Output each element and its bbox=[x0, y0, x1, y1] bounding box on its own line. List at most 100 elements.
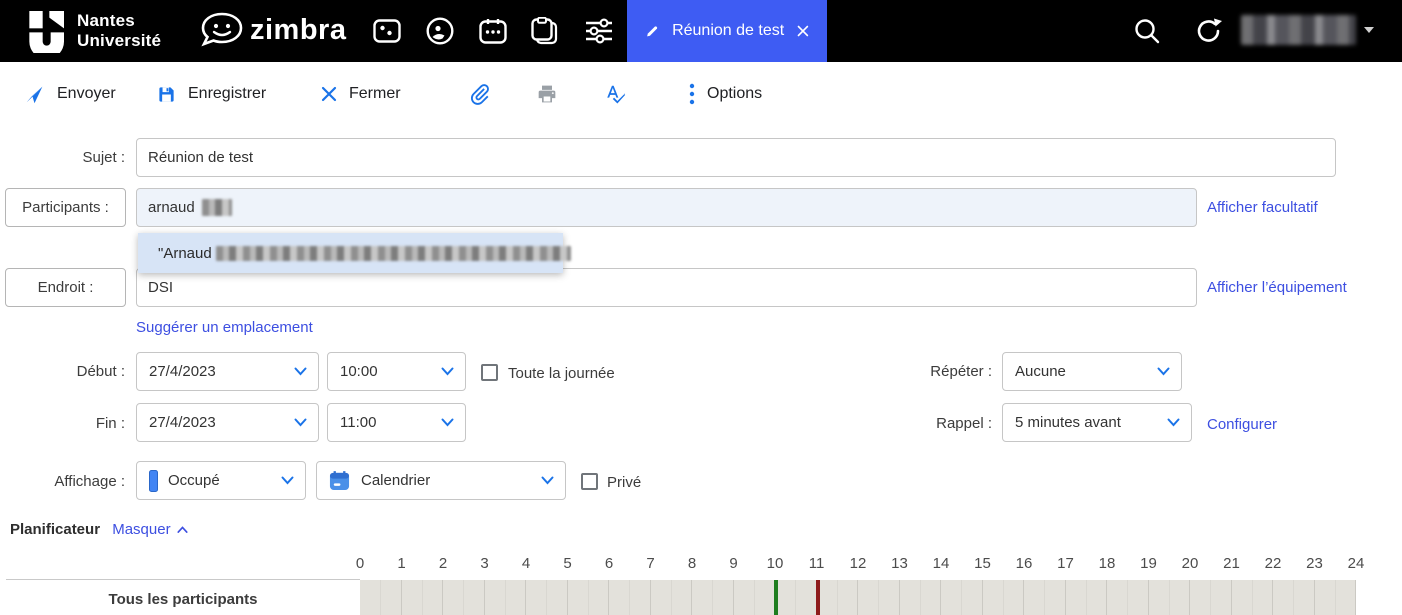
grid-hour-cell bbox=[1232, 580, 1274, 615]
grid-hour-cell bbox=[443, 580, 485, 615]
start-time-select[interactable]: 10:00 bbox=[327, 352, 466, 391]
tab-label: Réunion de test bbox=[672, 22, 784, 40]
refresh-icon[interactable] bbox=[1195, 17, 1223, 45]
suggestion-text: "Arnaud bbox=[158, 245, 571, 262]
user-menu[interactable] bbox=[1241, 15, 1374, 45]
save-label: Enregistrer bbox=[188, 85, 266, 103]
subject-label: Sujet : bbox=[0, 149, 125, 166]
paperclip-icon bbox=[469, 83, 491, 105]
chevron-down-icon bbox=[1157, 367, 1170, 376]
private-checkbox[interactable] bbox=[581, 473, 598, 490]
show-equipment-link[interactable]: Afficher l’équipement bbox=[1207, 279, 1347, 296]
hour-label: 11 bbox=[809, 555, 825, 572]
start-date-select[interactable]: 27/4/2023 bbox=[136, 352, 319, 391]
send-button[interactable]: Envoyer bbox=[24, 62, 116, 126]
hour-label: 10 bbox=[767, 555, 784, 572]
show-optional-link[interactable]: Afficher facultatif bbox=[1207, 199, 1318, 216]
calendar-icon[interactable] bbox=[477, 15, 509, 47]
contacts-icon[interactable] bbox=[424, 15, 456, 47]
close-label: Fermer bbox=[349, 85, 401, 103]
compose-toolbar: Envoyer Enregistrer Fermer bbox=[0, 62, 1402, 126]
hour-label: 19 bbox=[1140, 555, 1157, 572]
zimbra-smiley-icon bbox=[196, 8, 248, 52]
repeat-select[interactable]: Aucune bbox=[1002, 352, 1182, 391]
tasks-icon[interactable] bbox=[529, 15, 561, 47]
busy-status-icon bbox=[149, 470, 158, 492]
freebusy-select[interactable]: Occupé bbox=[136, 461, 306, 500]
grid-hour-cell bbox=[485, 580, 527, 615]
pencil-icon bbox=[645, 22, 659, 41]
mail-icon[interactable] bbox=[371, 15, 403, 47]
display-label: Affichage : bbox=[0, 473, 125, 490]
allday-label: Toute la journée bbox=[508, 365, 615, 382]
hour-label: 17 bbox=[1057, 555, 1074, 572]
chevron-down-icon bbox=[281, 476, 294, 485]
hour-label: 24 bbox=[1348, 555, 1365, 572]
appointment-compose-window: Nantes Université zimbra bbox=[0, 0, 1402, 615]
configure-reminder-link[interactable]: Configurer bbox=[1207, 416, 1277, 433]
scheduler-grid[interactable] bbox=[360, 580, 1356, 615]
reminder-select[interactable]: 5 minutes avant bbox=[1002, 403, 1192, 442]
settings-sliders-icon[interactable] bbox=[583, 15, 615, 47]
private-label: Privé bbox=[607, 474, 641, 491]
hour-label: 15 bbox=[974, 555, 991, 572]
save-button[interactable]: Enregistrer bbox=[157, 62, 266, 126]
hour-label: 6 bbox=[605, 555, 613, 572]
location-input[interactable]: DSI bbox=[136, 268, 1197, 307]
grid-hour-cell bbox=[941, 580, 983, 615]
reminder-label: Rappel : bbox=[862, 415, 992, 432]
attendee-suggestion-item[interactable]: "Arnaud bbox=[138, 233, 563, 273]
chevron-down-icon bbox=[294, 418, 307, 427]
chevron-up-icon bbox=[177, 526, 188, 534]
zimbra-logo: zimbra bbox=[196, 8, 346, 52]
calendar-folder-icon bbox=[329, 470, 350, 491]
hour-label: 4 bbox=[522, 555, 530, 572]
subject-input[interactable]: Réunion de test bbox=[136, 138, 1336, 177]
chevron-down-icon bbox=[441, 418, 454, 427]
scheduler-hide-link[interactable]: Masquer bbox=[112, 521, 188, 538]
hour-label: 8 bbox=[688, 555, 696, 572]
hour-label: 14 bbox=[933, 555, 950, 572]
hour-label: 5 bbox=[563, 555, 571, 572]
start-time-marker[interactable] bbox=[774, 580, 778, 615]
grid-hour-cell bbox=[526, 580, 568, 615]
close-x-icon bbox=[321, 86, 337, 102]
tab-reunion-de-test[interactable]: Réunion de test bbox=[627, 0, 827, 62]
hour-label: 7 bbox=[646, 555, 654, 572]
search-icon[interactable] bbox=[1133, 17, 1161, 45]
grid-hour-cell bbox=[1190, 580, 1232, 615]
kebab-menu-icon bbox=[689, 83, 695, 105]
end-time-marker[interactable] bbox=[816, 580, 820, 615]
attendees-value: arnaud bbox=[148, 199, 195, 216]
suggest-location-link[interactable]: Suggérer un emplacement bbox=[136, 319, 313, 336]
chevron-down-icon bbox=[541, 476, 554, 485]
end-date-select[interactable]: 27/4/2023 bbox=[136, 403, 319, 442]
hour-label: 18 bbox=[1099, 555, 1116, 572]
end-time-select[interactable]: 11:00 bbox=[327, 403, 466, 442]
hour-label: 12 bbox=[850, 555, 867, 572]
print-button[interactable] bbox=[537, 62, 557, 126]
topbar: Nantes Université zimbra bbox=[0, 0, 1402, 62]
hour-label: 9 bbox=[729, 555, 737, 572]
nantes-logo-icon bbox=[28, 9, 68, 53]
options-button[interactable]: Options bbox=[689, 62, 762, 126]
location-button[interactable]: Endroit : bbox=[5, 268, 126, 307]
tab-close-icon[interactable] bbox=[797, 23, 809, 39]
send-icon bbox=[24, 84, 45, 105]
calendar-select[interactable]: Calendrier bbox=[316, 461, 566, 500]
attach-button[interactable] bbox=[469, 62, 491, 126]
spellcheck-button[interactable] bbox=[605, 62, 627, 126]
grid-hour-cell bbox=[1024, 580, 1066, 615]
grid-hour-cell bbox=[817, 580, 859, 615]
attendees-input[interactable]: arnaud bbox=[136, 188, 1197, 227]
repeat-label: Répéter : bbox=[862, 363, 992, 380]
allday-checkbox[interactable] bbox=[481, 364, 498, 381]
attendees-button[interactable]: Participants : bbox=[5, 188, 126, 227]
close-button[interactable]: Fermer bbox=[321, 62, 401, 126]
printer-icon bbox=[537, 84, 557, 104]
save-icon bbox=[157, 85, 176, 104]
grid-hour-cell bbox=[651, 580, 693, 615]
zimbra-wordmark: zimbra bbox=[250, 14, 346, 47]
hour-label: 2 bbox=[439, 555, 447, 572]
grid-hour-cell bbox=[1107, 580, 1149, 615]
